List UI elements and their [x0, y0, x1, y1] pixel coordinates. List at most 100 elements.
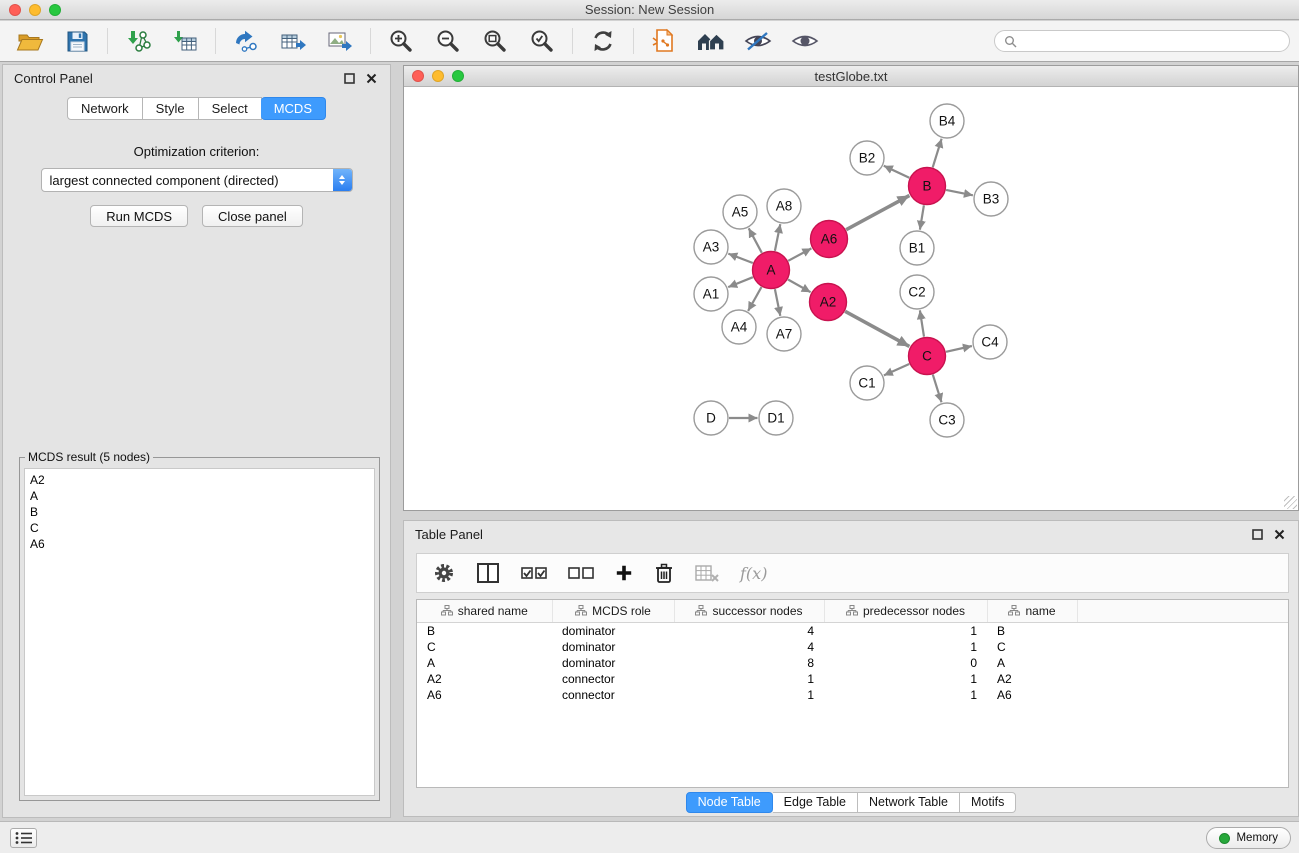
export-table-button[interactable] — [277, 25, 309, 57]
search-box[interactable] — [994, 30, 1290, 52]
edge-B-B3[interactable] — [946, 190, 973, 195]
edge-B-B2[interactable] — [884, 166, 910, 178]
result-item[interactable]: A2 — [30, 472, 369, 488]
export-network-button[interactable] — [230, 25, 262, 57]
close-table-panel-button[interactable] — [1271, 527, 1287, 543]
refresh-view-button[interactable] — [587, 25, 619, 57]
memory-button[interactable]: Memory — [1206, 827, 1291, 849]
resize-handle[interactable] — [1284, 496, 1297, 509]
node-B1[interactable]: B1 — [900, 231, 934, 265]
deselect-all-rows-button[interactable] — [568, 564, 594, 582]
tab-mcds[interactable]: MCDS — [261, 97, 326, 120]
save-session-button[interactable] — [61, 25, 93, 57]
node-B3[interactable]: B3 — [974, 182, 1008, 216]
table-settings-button[interactable] — [433, 562, 455, 584]
tab-style[interactable]: Style — [143, 97, 199, 120]
table-row[interactable]: Bdominator41B — [417, 622, 1288, 639]
edge-A2-C[interactable] — [845, 311, 909, 346]
import-network-button[interactable] — [122, 25, 154, 57]
node-C3[interactable]: C3 — [930, 403, 964, 437]
close-panel-button[interactable] — [363, 71, 379, 87]
edge-C-C3[interactable] — [933, 375, 942, 403]
node-D1[interactable]: D1 — [759, 401, 793, 435]
table-row[interactable]: Adominator80A — [417, 655, 1288, 671]
edge-A-A3[interactable] — [728, 254, 753, 263]
edge-A-A8[interactable] — [775, 224, 780, 251]
node-A3[interactable]: A3 — [694, 230, 728, 264]
tab-select[interactable]: Select — [199, 97, 262, 120]
result-item[interactable]: C — [30, 520, 369, 536]
node-C4[interactable]: C4 — [973, 325, 1007, 359]
zoom-out-button[interactable] — [432, 25, 464, 57]
search-input[interactable] — [1022, 34, 1280, 48]
node-A1[interactable]: A1 — [694, 277, 728, 311]
float-table-panel-button[interactable] — [1249, 527, 1265, 543]
import-table-button[interactable] — [169, 25, 201, 57]
node-C[interactable]: C — [909, 338, 946, 375]
column-header-predecessor-nodes[interactable]: predecessor nodes — [824, 600, 987, 622]
node-B4[interactable]: B4 — [930, 104, 964, 138]
optimization-criterion-dropdown[interactable]: largest connected component (directed) — [41, 168, 353, 192]
node-C1[interactable]: C1 — [850, 366, 884, 400]
result-item[interactable]: B — [30, 504, 369, 520]
node-A8[interactable]: A8 — [767, 189, 801, 223]
delete-rows-button[interactable] — [654, 562, 674, 584]
tab-motifs[interactable]: Motifs — [960, 792, 1016, 813]
network-graph[interactable]: B4 B2 B B3 A5 A8 A6 B1 A3 A C2 A1 A2 A4 A7 C4 C C1 C3 D D1 — [404, 87, 1298, 510]
node-A7[interactable]: A7 — [767, 317, 801, 351]
zoom-selected-button[interactable] — [526, 25, 558, 57]
node-C2[interactable]: C2 — [900, 275, 934, 309]
edge-A-A1[interactable] — [728, 277, 753, 287]
edge-A-A4[interactable] — [748, 287, 761, 311]
birds-eye-view-button[interactable] — [789, 25, 821, 57]
function-builder-button[interactable]: f(x) — [740, 564, 767, 583]
float-panel-button[interactable] — [341, 71, 357, 87]
node-A[interactable]: A — [753, 252, 790, 289]
tab-network-table[interactable]: Network Table — [858, 792, 960, 813]
node-A4[interactable]: A4 — [722, 310, 756, 344]
show-graphics-details-button[interactable] — [742, 25, 774, 57]
table-row[interactable]: A2connector11A2 — [417, 671, 1288, 687]
edge-B-B1[interactable] — [920, 205, 924, 229]
edge-A-A5[interactable] — [749, 228, 762, 253]
edge-C-C4[interactable] — [946, 346, 972, 352]
result-item[interactable]: A — [30, 488, 369, 504]
select-all-rows-button[interactable] — [521, 564, 547, 582]
table-row[interactable]: Cdominator41C — [417, 639, 1288, 655]
edge-A-A2[interactable] — [788, 280, 811, 293]
edge-B-B4[interactable] — [933, 139, 942, 168]
edge-A-A7[interactable] — [775, 289, 780, 316]
tab-edge-table[interactable]: Edge Table — [773, 792, 858, 813]
show-columns-button[interactable] — [476, 562, 500, 584]
network-window-titlebar[interactable]: testGlobe.txt — [404, 66, 1298, 87]
home-view-button[interactable] — [695, 25, 727, 57]
node-B2[interactable]: B2 — [850, 141, 884, 175]
edge-A-A6[interactable] — [788, 248, 811, 260]
zoom-in-button[interactable] — [385, 25, 417, 57]
result-item[interactable]: A6 — [30, 536, 369, 552]
table-row[interactable]: A6connector11A6 — [417, 687, 1288, 703]
show-panels-menu-button[interactable] — [10, 828, 37, 848]
edge-A6-B[interactable] — [846, 196, 909, 230]
node-D[interactable]: D — [694, 401, 728, 435]
node-A2[interactable]: A2 — [810, 284, 847, 321]
tab-node-table[interactable]: Node Table — [686, 792, 773, 813]
export-image-button[interactable] — [324, 25, 356, 57]
edge-C-C2[interactable] — [920, 310, 924, 336]
close-panel-action-button[interactable]: Close panel — [202, 205, 303, 227]
delete-table-button[interactable] — [695, 563, 719, 583]
add-row-button[interactable] — [615, 564, 633, 582]
tab-network[interactable]: Network — [67, 97, 143, 120]
open-session-button[interactable] — [14, 25, 46, 57]
column-header-name[interactable]: name — [987, 600, 1077, 622]
node-A5[interactable]: A5 — [723, 195, 757, 229]
open-network-file-button[interactable] — [648, 25, 680, 57]
column-header-shared-name[interactable]: shared name — [417, 600, 552, 622]
column-header-MCDS-role[interactable]: MCDS role — [552, 600, 674, 622]
zoom-fit-button[interactable] — [479, 25, 511, 57]
network-canvas[interactable]: B4 B2 B B3 A5 A8 A6 B1 A3 A C2 A1 A2 A4 A7 C4 C C1 C3 D D1 — [404, 87, 1298, 510]
node-B[interactable]: B — [909, 168, 946, 205]
column-header-successor-nodes[interactable]: successor nodes — [674, 600, 824, 622]
node-A6[interactable]: A6 — [811, 221, 848, 258]
run-mcds-button[interactable]: Run MCDS — [90, 205, 188, 227]
